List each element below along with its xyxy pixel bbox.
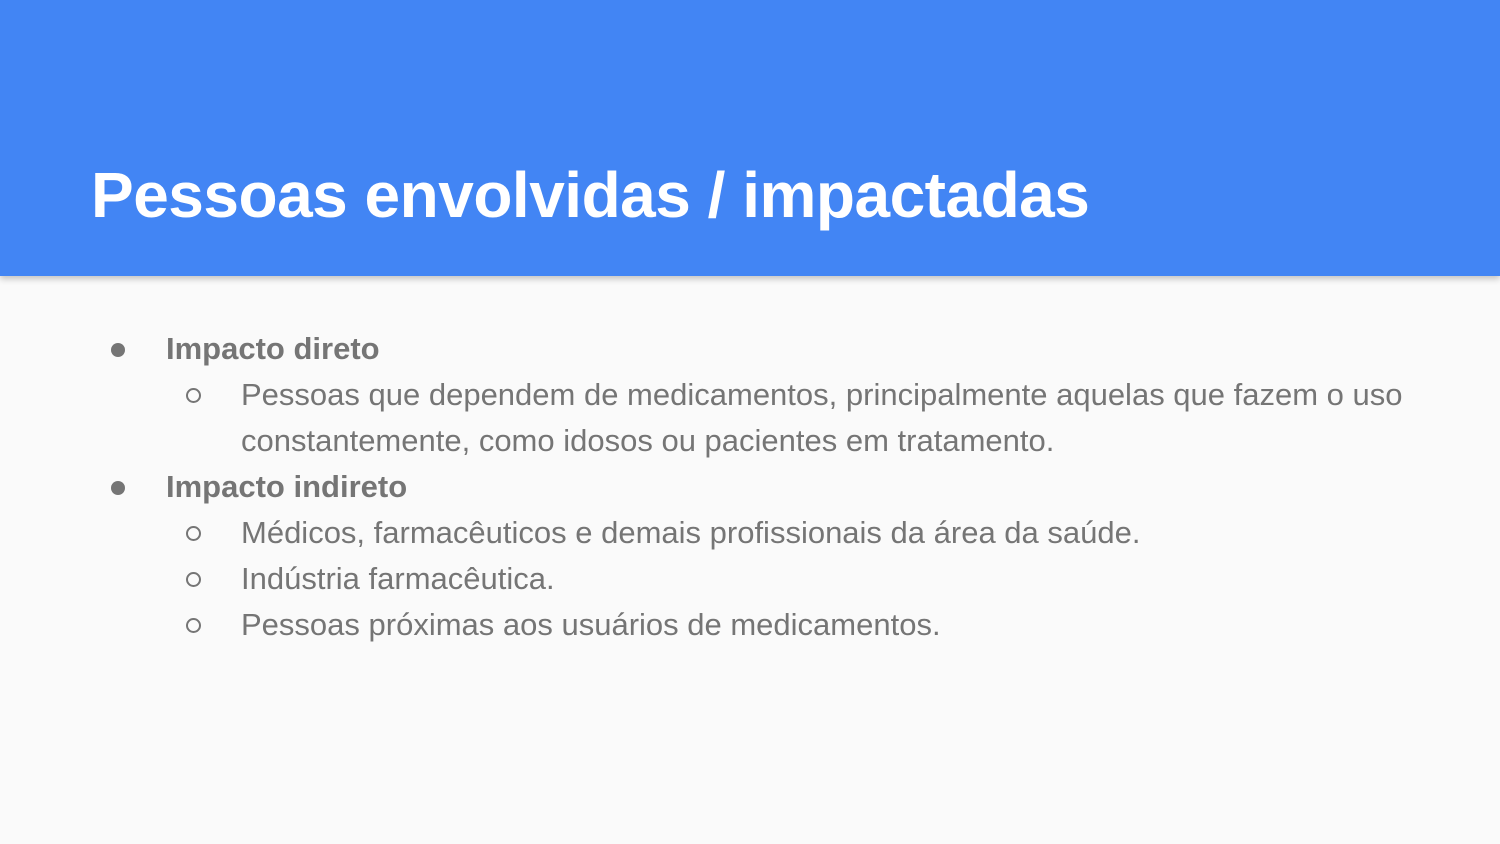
list-item: Pessoas que dependem de medicamentos, pr… — [0, 372, 1500, 464]
bullet-list: Impacto direto Pessoas que dependem de m… — [0, 326, 1500, 648]
list-item: Impacto direto — [0, 326, 1500, 372]
list-item-text: Médicos, farmacêuticos e demais profissi… — [241, 515, 1141, 550]
list-item: Médicos, farmacêuticos e demais profissi… — [0, 510, 1500, 556]
slide: Pessoas envolvidas / impactadas Impacto … — [0, 0, 1500, 844]
list-item-text: Pessoas que dependem de medicamentos, pr… — [241, 377, 1403, 458]
list-item: Pessoas próximas aos usuários de medicam… — [0, 602, 1500, 648]
list-item: Indústria farmacêutica. — [0, 556, 1500, 602]
title-bar: Pessoas envolvidas / impactadas — [0, 0, 1500, 276]
section-heading: Impacto indireto — [166, 469, 408, 504]
list-item-text: Pessoas próximas aos usuários de medicam… — [241, 607, 941, 642]
slide-title: Pessoas envolvidas / impactadas — [91, 159, 1090, 231]
list-item-text: Indústria farmacêutica. — [241, 561, 555, 596]
list-item: Impacto indireto — [0, 464, 1500, 510]
section-heading: Impacto direto — [166, 331, 380, 366]
